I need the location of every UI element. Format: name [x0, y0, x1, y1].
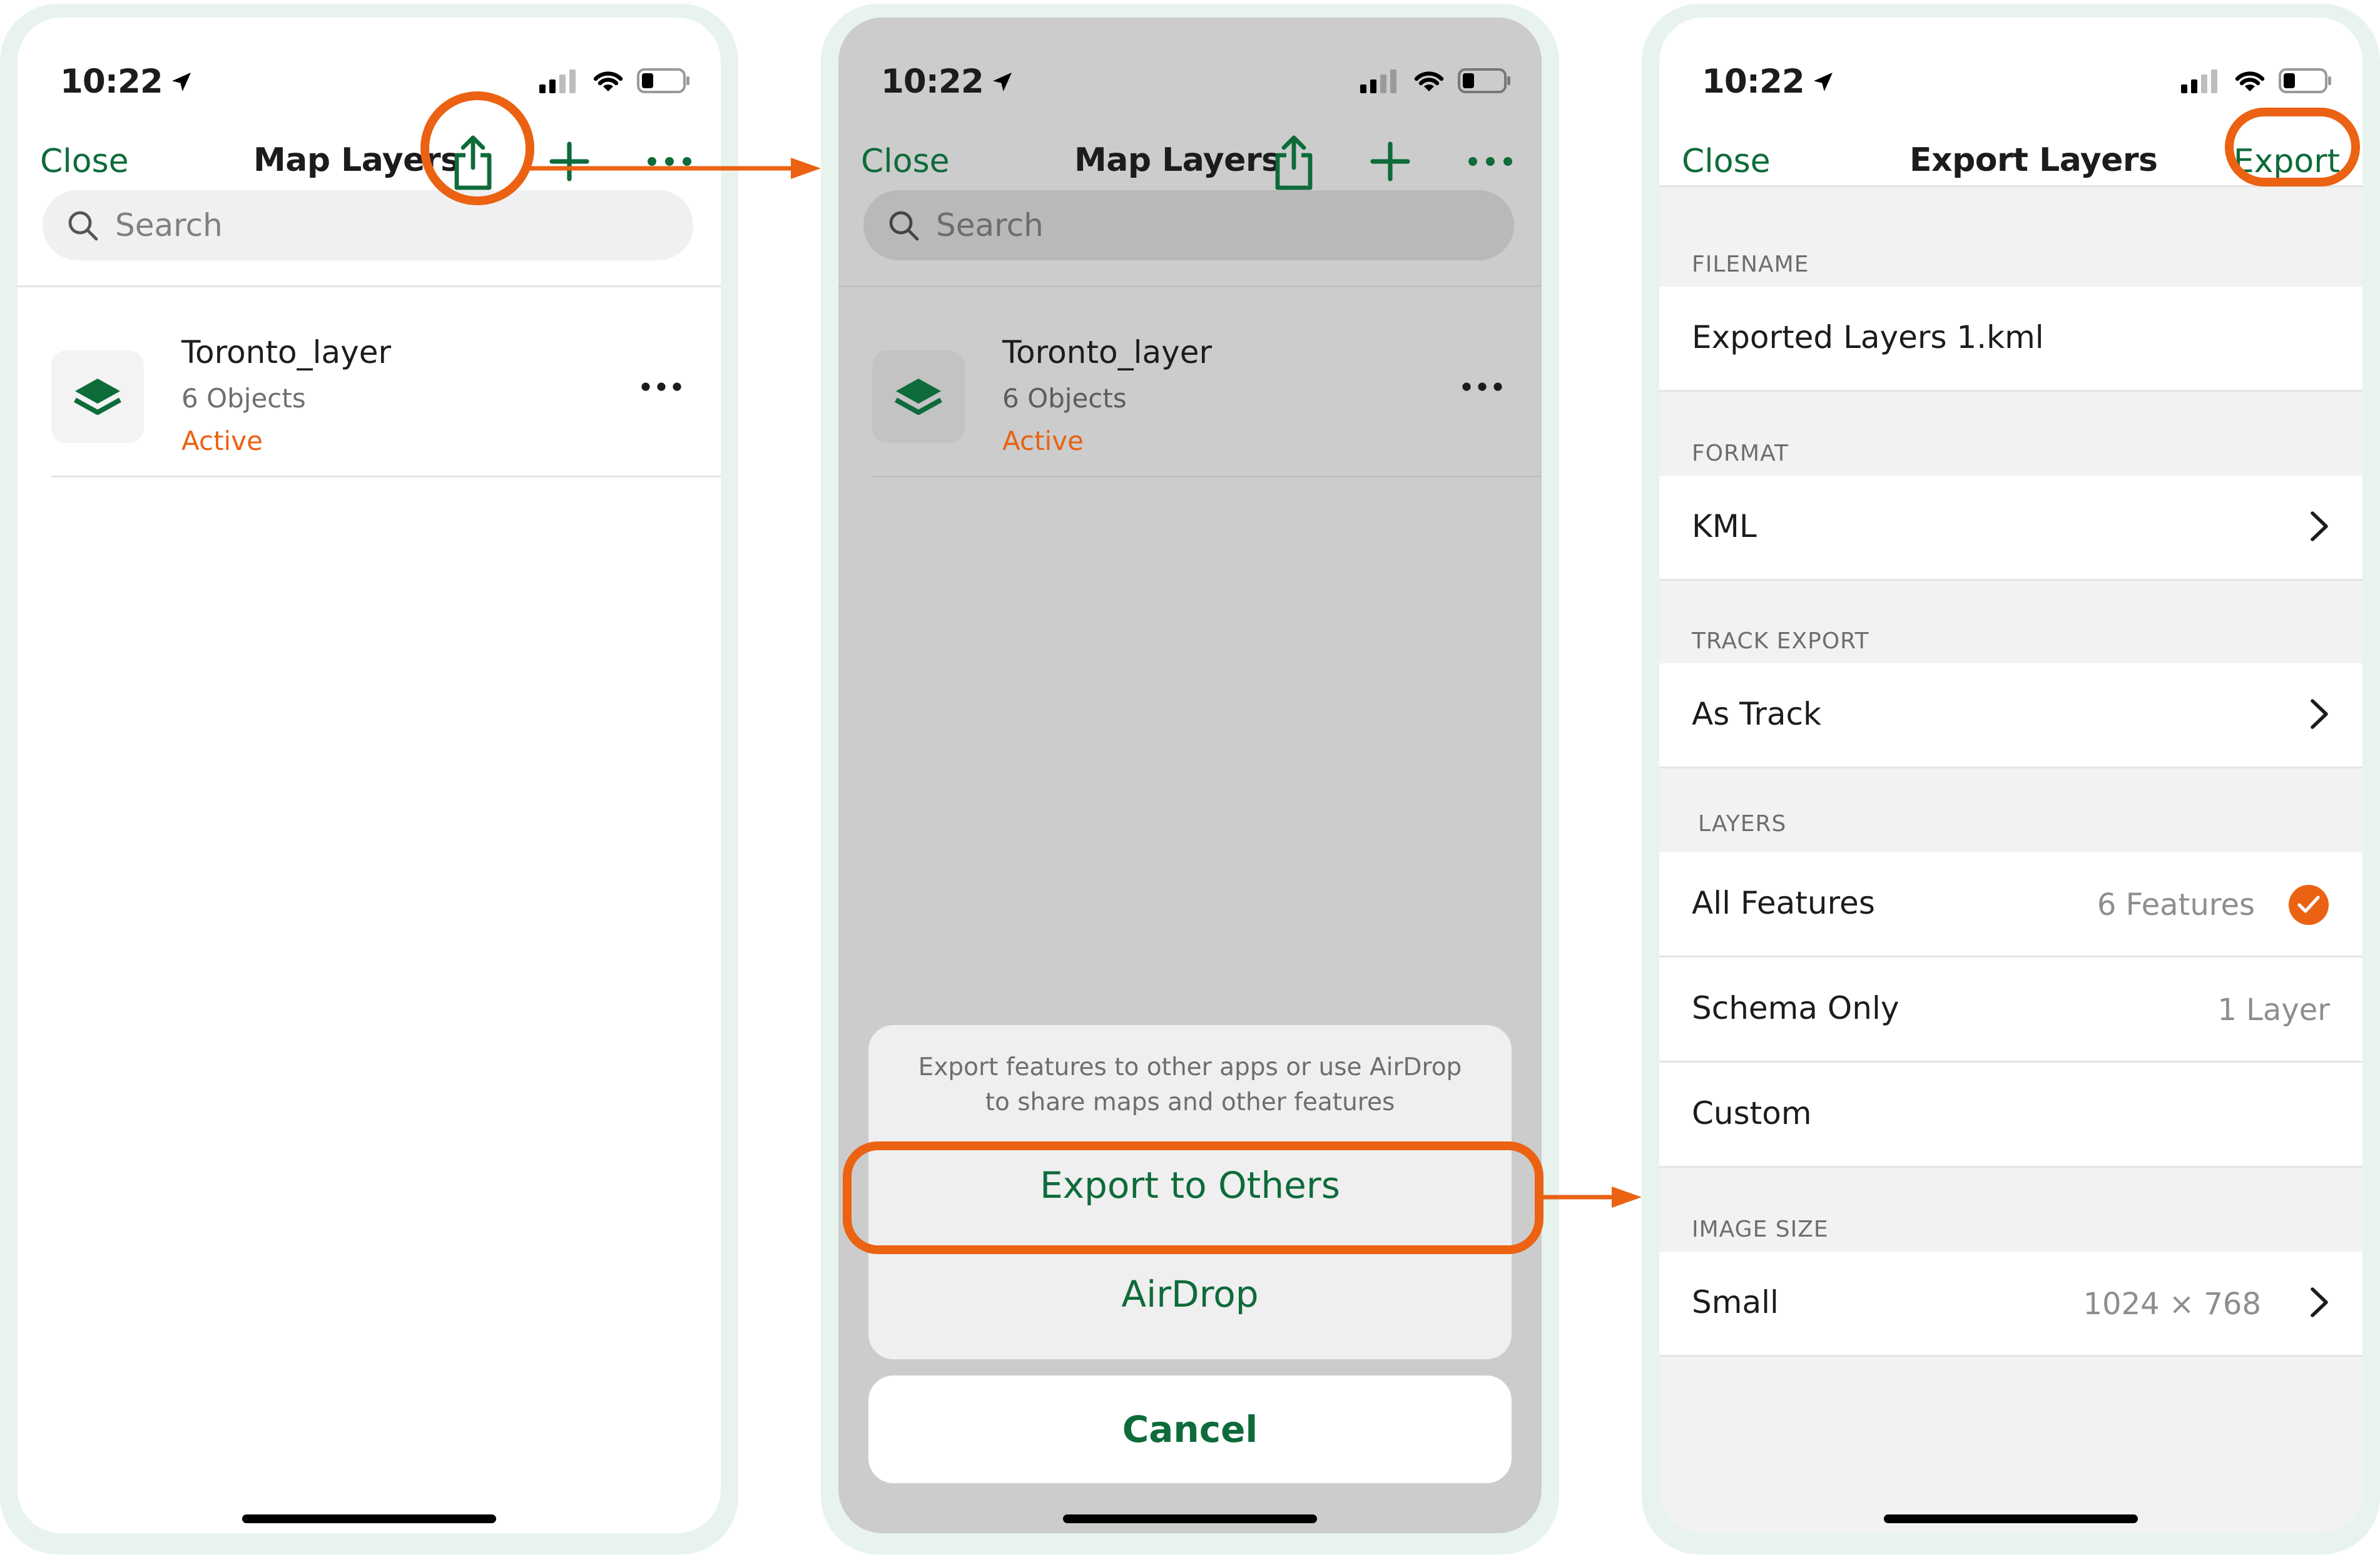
custom-label: Custom: [1692, 1095, 1812, 1131]
section-label-layers: LAYERS: [1698, 811, 1787, 837]
arrow-right-icon: [529, 158, 821, 179]
layer-name: Toronto_layer: [1002, 334, 1213, 370]
filename-field[interactable]: Exported Layers 1.kml: [1659, 287, 2362, 392]
export-layers-screen: 10:22 Close Export Layers Export FILENAM…: [1659, 18, 2362, 1533]
share-icon[interactable]: [1270, 133, 1318, 193]
image-size-row[interactable]: Small 1024 × 768: [1659, 1252, 2362, 1357]
map-layers-screen: 10:22 Close Map Layers Search Toronto_la…: [18, 18, 721, 1533]
cellular-signal-icon: [1360, 69, 1396, 93]
layer-status: Active: [181, 426, 263, 456]
layer-object-count: 6 Objects: [181, 383, 306, 414]
chevron-right-icon: [2311, 699, 2328, 729]
status-icons: [2181, 68, 2332, 94]
schema-only-count: 1 Layer: [2217, 993, 2330, 1028]
wifi-icon: [593, 71, 623, 91]
location-arrow-icon: [1813, 72, 1833, 91]
checkmark-icon: [2289, 885, 2329, 925]
location-arrow-icon: [171, 72, 191, 91]
layers-icon: [872, 350, 965, 443]
page-title: Map Layers: [1074, 141, 1281, 179]
layer-row-toronto[interactable]: Toronto_layer 6 Objects Active: [838, 305, 1542, 493]
airdrop-button[interactable]: AirDrop: [868, 1273, 1512, 1315]
divider: [51, 476, 721, 477]
section-label-filename: FILENAME: [1692, 252, 1809, 277]
filename-value: Exported Layers 1.kml: [1692, 319, 2044, 355]
search-icon: [889, 211, 919, 241]
close-button[interactable]: Close: [861, 143, 950, 180]
battery-icon: [1458, 68, 1510, 93]
chevron-right-icon: [2311, 1287, 2328, 1317]
home-indicator: [1884, 1514, 2138, 1523]
custom-row[interactable]: Custom: [1659, 1063, 2362, 1168]
layer-more-icon[interactable]: [639, 380, 683, 393]
layer-status: Active: [1002, 426, 1084, 456]
search-placeholder: Search: [936, 207, 1044, 243]
search-input[interactable]: Search: [863, 190, 1514, 260]
search-icon: [68, 211, 98, 241]
chevron-right-icon: [2311, 511, 2328, 541]
section-label-image-size: IMAGE SIZE: [1692, 1217, 1829, 1242]
export-sheet-screen: 10:22 Close Map Layers Search Toronto_la…: [838, 18, 1542, 1533]
battery-icon: [2279, 68, 2331, 93]
layer-row-toronto[interactable]: Toronto_layer 6 Objects Active: [18, 305, 721, 493]
close-button[interactable]: Close: [40, 143, 129, 180]
schema-only-label: Schema Only: [1692, 990, 1899, 1026]
more-icon[interactable]: [1467, 154, 1514, 169]
home-indicator: [1063, 1514, 1317, 1523]
track-export-value: As Track: [1692, 696, 1821, 732]
home-indicator: [242, 1514, 496, 1523]
format-row[interactable]: KML: [1659, 476, 2362, 581]
status-time: 10:22: [1702, 63, 1836, 101]
wifi-icon: [1414, 71, 1444, 91]
format-value: KML: [1692, 508, 1757, 544]
layer-name: Toronto_layer: [181, 334, 392, 370]
battery-icon: [637, 68, 689, 93]
page-title: Export Layers: [1910, 141, 2158, 179]
status-time: 10:22: [60, 63, 194, 101]
layers-icon: [51, 350, 144, 443]
image-size-value: Small: [1692, 1284, 1779, 1320]
add-icon[interactable]: [1368, 139, 1413, 184]
close-button[interactable]: Close: [1682, 143, 1771, 180]
status-time: 10:22: [881, 63, 1015, 101]
all-features-row[interactable]: All Features 6 Features: [1659, 852, 2362, 957]
export-button-highlight: [2225, 108, 2360, 186]
track-export-row[interactable]: As Track: [1659, 663, 2362, 768]
share-button-highlight: [420, 91, 534, 205]
status-icons: [1360, 68, 1512, 94]
action-sheet-message: Export features to other apps or use Air…: [918, 1053, 1462, 1116]
layer-object-count: 6 Objects: [1002, 383, 1127, 414]
cancel-button[interactable]: Cancel: [868, 1376, 1512, 1483]
wifi-icon: [2235, 71, 2265, 91]
arrow-right-icon: [1540, 1187, 1642, 1208]
status-icons: [539, 68, 691, 94]
export-to-others-highlight: [843, 1141, 1543, 1254]
divider: [872, 476, 1542, 477]
image-size-dimensions: 1024 × 768: [2083, 1287, 2261, 1322]
all-features-count: 6 Features: [2097, 887, 2255, 922]
section-label-format: FORMAT: [1692, 441, 1789, 466]
search-placeholder: Search: [115, 207, 223, 243]
schema-only-row[interactable]: Schema Only 1 Layer: [1659, 957, 2362, 1063]
layer-more-icon[interactable]: [1460, 380, 1504, 393]
search-input[interactable]: Search: [43, 190, 693, 260]
divider: [18, 285, 721, 287]
cellular-signal-icon: [2181, 69, 2217, 93]
cellular-signal-icon: [539, 69, 576, 93]
export-settings-list: FILENAME Exported Layers 1.kml FORMAT KM…: [1659, 185, 2362, 1533]
divider: [838, 285, 1542, 287]
section-label-track-export: TRACK EXPORT: [1692, 628, 1869, 654]
location-arrow-icon: [992, 72, 1012, 91]
all-features-label: All Features: [1692, 885, 1875, 921]
